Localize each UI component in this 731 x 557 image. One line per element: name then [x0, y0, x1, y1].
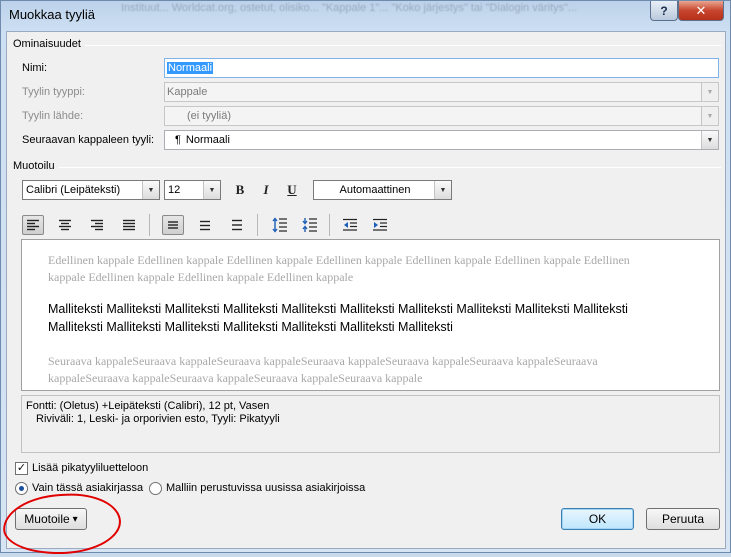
properties-group-label: Ominaisuudet — [13, 38, 81, 50]
caret-down-icon: ▾ — [72, 513, 78, 525]
line-spacing-double-icon — [232, 219, 242, 231]
based-on-value: (ei tyyliä) — [187, 110, 232, 122]
checkmark-icon: ✓ — [16, 462, 27, 474]
ok-button[interactable]: OK — [561, 508, 634, 530]
preview-previous-paragraph: Edellinen kappale Edellinen kappale Edel… — [48, 253, 630, 284]
paragraph-icon: ¶ — [175, 134, 181, 146]
add-quick-style-checkbox[interactable]: ✓ — [15, 462, 28, 475]
outdent-icon — [343, 218, 357, 231]
ok-button-label: OK — [588, 512, 607, 526]
toolbar-separator — [329, 214, 330, 236]
new-documents-radio[interactable] — [149, 482, 162, 495]
based-on-select[interactable]: (ei tyyliä) ▼ — [164, 106, 719, 126]
underline-icon: U — [287, 182, 297, 197]
next-style-select[interactable]: ¶ Normaali ▼ — [164, 130, 719, 150]
only-this-document-radio[interactable] — [15, 482, 28, 495]
preview-next-paragraph: Seuraava kappaleSeuraava kappaleSeuraava… — [48, 354, 598, 385]
italic-icon: I — [263, 182, 269, 197]
align-center-icon — [59, 219, 71, 231]
next-style-value: Normaali — [185, 134, 230, 146]
name-value: Normaali — [167, 62, 214, 74]
modify-style-dialog: Muokkaa tyyliä Instituut... Worldcat.org… — [0, 0, 731, 557]
name-label: Nimi: — [22, 62, 48, 74]
line-spacing-single-icon — [168, 221, 178, 229]
description-line-1: Fontti: (Oletus) +Leipäteksti (Calibri),… — [26, 400, 270, 412]
close-icon: ✕ — [695, 2, 707, 18]
style-preview: Edellinen kappale Edellinen kappale Edel… — [21, 239, 720, 391]
font-name-value: Calibri (Leipäteksti) — [26, 184, 121, 196]
toolbar-separator — [149, 214, 150, 236]
chevron-down-icon: ▼ — [701, 83, 718, 101]
align-right-button[interactable] — [86, 215, 108, 235]
title-bar[interactable]: Muokkaa tyyliä Instituut... Worldcat.org… — [1, 1, 730, 29]
font-name-select[interactable]: Calibri (Leipäteksti) ▼ — [22, 180, 160, 200]
font-size-value: 12 — [168, 184, 181, 196]
align-left-icon — [27, 219, 39, 231]
font-size-select[interactable]: 12 ▼ — [164, 180, 221, 200]
chevron-down-icon: ▼ — [701, 107, 718, 125]
window-title: Muokkaa tyyliä — [9, 7, 95, 22]
single-spacing-button[interactable] — [162, 215, 184, 235]
format-button[interactable]: Muotoile ▾ — [15, 508, 87, 530]
justify-icon — [123, 219, 135, 231]
only-this-document-label: Vain tässä asiakirjassa — [32, 482, 144, 494]
add-quick-style-label: Lisää pikatyyliluetteloon — [32, 462, 149, 474]
bold-button[interactable]: B — [229, 180, 251, 200]
justify-button[interactable] — [118, 215, 140, 235]
cancel-button-label: Peruuta — [661, 512, 705, 526]
bold-icon: B — [235, 182, 245, 197]
increase-spacing-button[interactable] — [269, 215, 291, 235]
help-button[interactable]: ? — [650, 1, 678, 21]
help-icon: ? — [660, 3, 668, 18]
properties-separator — [85, 45, 721, 46]
chevron-down-icon: ▼ — [142, 181, 159, 199]
space-after-icon — [302, 218, 317, 232]
based-on-label: Tyylin lähde: — [22, 110, 84, 122]
style-type-label: Tyylin tyyppi: — [22, 86, 85, 98]
indent-icon — [373, 218, 387, 231]
preview-sample-paragraph: Malliteksti Malliteksti Malliteksti Mall… — [48, 302, 628, 334]
font-color-value: Automaattinen — [339, 184, 411, 196]
double-spacing-button[interactable] — [226, 215, 248, 235]
chevron-down-icon: ▼ — [434, 181, 451, 199]
description-line-2: Riviväli: 1, Leski- ja orporivien esto, … — [36, 413, 280, 425]
formatting-separator — [59, 167, 721, 168]
decrease-spacing-button[interactable] — [299, 215, 321, 235]
style-description: Fontti: (Oletus) +Leipäteksti (Calibri),… — [21, 395, 720, 453]
italic-button[interactable]: I — [255, 180, 277, 200]
style-type-value: Kappale — [167, 86, 208, 98]
name-input[interactable]: Normaali — [164, 58, 719, 78]
new-documents-label: Malliin perustuvissa uusissa asiakirjois… — [166, 482, 366, 494]
line-spacing-onehalf-icon — [200, 220, 210, 231]
decrease-indent-button[interactable] — [339, 215, 361, 235]
formatting-group-label: Muotoilu — [13, 160, 55, 172]
font-color-select[interactable]: Automaattinen ▼ — [313, 180, 452, 200]
next-style-label: Seuraavan kappaleen tyyli: — [22, 134, 155, 146]
space-before-icon — [272, 217, 287, 233]
chevron-down-icon: ▼ — [203, 181, 220, 199]
align-center-button[interactable] — [54, 215, 76, 235]
style-type-select[interactable]: Kappale ▼ — [164, 82, 719, 102]
one-half-spacing-button[interactable] — [194, 215, 216, 235]
cancel-button[interactable]: Peruuta — [646, 508, 720, 530]
close-button[interactable]: ✕ — [678, 1, 724, 21]
chevron-down-icon: ▼ — [701, 131, 718, 149]
format-button-label: Muotoile — [24, 512, 70, 526]
align-right-icon — [91, 219, 103, 231]
toolbar-separator — [257, 214, 258, 236]
underline-button[interactable]: U — [281, 180, 303, 200]
dialog-body: Ominaisuudet Nimi: Normaali Tyylin tyypp… — [6, 31, 726, 549]
increase-indent-button[interactable] — [369, 215, 391, 235]
align-left-button[interactable] — [22, 215, 44, 235]
background-blur-text: Instituut... Worldcat.org, ostetut, olis… — [121, 3, 578, 14]
